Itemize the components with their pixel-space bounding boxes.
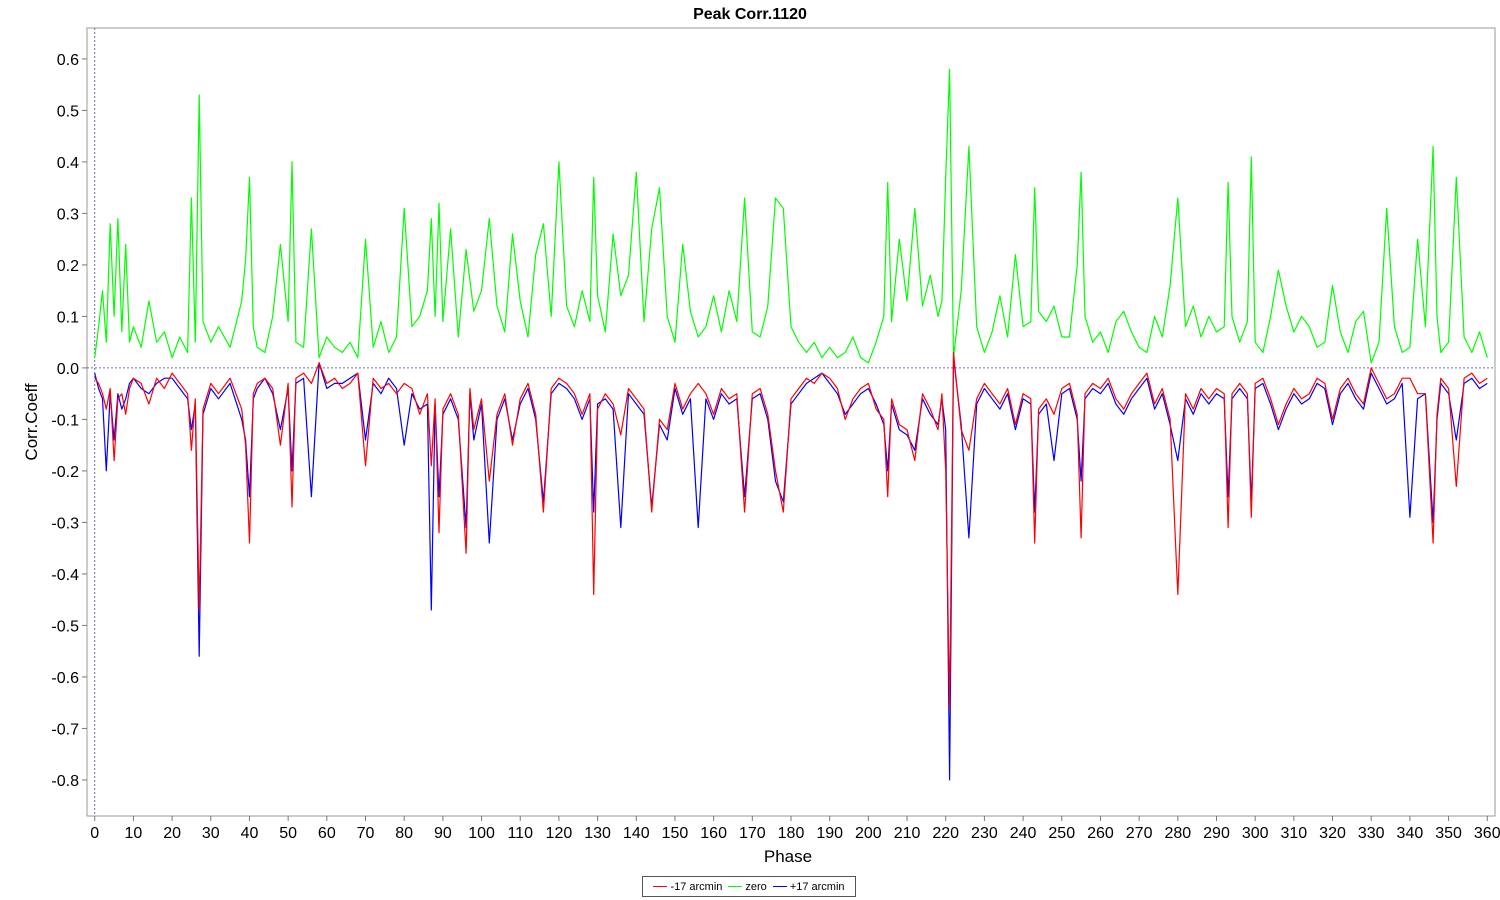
y-tick-label: 0.2: [57, 258, 79, 275]
x-tick-label: 20: [163, 825, 181, 842]
plot-area: [86, 27, 1496, 817]
x-tick-label: 160: [700, 825, 727, 842]
x-tick-label: 230: [971, 825, 998, 842]
legend-swatch: [653, 886, 668, 887]
y-tick-label: -0.5: [51, 618, 79, 635]
legend-label: zero: [745, 880, 767, 893]
x-tick-label: 110: [507, 825, 533, 842]
x-tick-label: 190: [816, 825, 843, 842]
x-tick-label: 210: [894, 825, 921, 842]
y-tick-label: 0.1: [57, 309, 79, 326]
x-tick-label: 290: [1203, 825, 1230, 842]
x-tick-label: 270: [1126, 825, 1153, 842]
x-tick-label: 70: [357, 825, 375, 842]
legend-swatch: [728, 886, 743, 887]
x-tick-label: 260: [1087, 825, 1114, 842]
x-tick-label: 240: [1010, 825, 1037, 842]
y-tick-label: 0.6: [57, 52, 79, 69]
chart-canvas: Peak Corr.1120 0 10 20 30 40 50 60 70 80 90 100 110…: [22, 6, 1500, 866]
y-tick-label: -0.3: [51, 515, 79, 532]
x-tick-label: 100: [468, 825, 495, 842]
x-tick-label: 140: [623, 825, 650, 842]
legend-label: -17 arcmin: [670, 880, 723, 893]
x-axis: 0 10 20 30 40 50 60 70 80 90 100 110 120 130 140 150 160…: [90, 816, 1500, 842]
x-tick-label: 300: [1242, 825, 1269, 842]
x-tick-label: 320: [1319, 825, 1346, 842]
x-tick-label: 170: [739, 825, 766, 842]
x-tick-label: 250: [1048, 825, 1075, 842]
legend-item-2: +17 arcmin: [772, 880, 845, 893]
x-tick-label: 50: [279, 825, 297, 842]
x-tick-label: 310: [1281, 825, 1308, 842]
x-axis-title: Phase: [764, 847, 812, 866]
legend-item-0: -17 arcmin: [653, 881, 722, 893]
legend: -17 arcmin zero +17 arcmin: [642, 876, 856, 897]
x-tick-label: 30: [202, 825, 220, 842]
y-tick-label: 0.3: [57, 206, 79, 223]
y-tick-label: -0.2: [51, 464, 79, 481]
legend-item-1: zero: [728, 880, 767, 893]
y-tick-label: -0.4: [51, 567, 79, 584]
x-tick-label: 80: [395, 825, 413, 842]
x-tick-label: 120: [546, 825, 573, 842]
y-tick-label: 0.5: [57, 103, 79, 120]
x-tick-label: 60: [318, 825, 336, 842]
y-tick-label: -0.6: [51, 670, 79, 687]
legend-swatch: [772, 886, 787, 887]
x-tick-label: 340: [1397, 825, 1424, 842]
x-tick-label: 10: [125, 825, 143, 842]
x-tick-label: 220: [932, 825, 959, 842]
x-tick-label: 150: [662, 825, 689, 842]
y-tick-label: -0.7: [51, 721, 79, 738]
y-tick-label: -0.1: [51, 412, 79, 429]
x-tick-label: 330: [1358, 825, 1385, 842]
x-tick-label: 350: [1435, 825, 1462, 842]
legend-label: +17 arcmin: [789, 880, 845, 893]
x-tick-label: 0: [90, 825, 99, 842]
y-axis-title: Corr.Coeff: [22, 383, 41, 460]
x-tick-label: 200: [855, 825, 882, 842]
y-tick-label: 0.0: [57, 361, 79, 378]
x-tick-label: 280: [1164, 825, 1191, 842]
x-tick-label: 40: [241, 825, 259, 842]
x-tick-label: 130: [584, 825, 611, 842]
y-axis: 0.6 0.5 0.4 0.3 0.2 0.1 0.0 -0.1 -0.2 -0.3 -0.4 -0.…: [51, 52, 87, 790]
x-tick-label: 180: [778, 825, 805, 842]
y-tick-label: -0.8: [51, 773, 79, 790]
x-tick-label: 90: [434, 825, 452, 842]
x-tick-label: 360: [1474, 825, 1500, 842]
y-tick-label: 0.4: [57, 155, 79, 172]
chart-title: Peak Corr.1120: [693, 6, 807, 23]
